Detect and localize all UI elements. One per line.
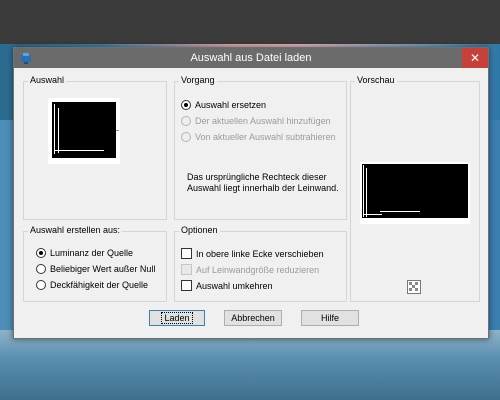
selection-thumbnail [48,98,120,164]
erstellen-group-title: Auswahl erstellen aus: [28,225,123,235]
checkbox-box [181,264,192,275]
checkbox-auswahl-umkehren[interactable]: Auswahl umkehren [181,280,273,291]
radio-auswahl-hinzufuegen[interactable]: Der aktuellen Auswahl hinzufügen [181,116,331,126]
radio-label: Der aktuellen Auswahl hinzufügen [195,116,331,126]
cancel-button[interactable]: Abbrechen [224,310,282,326]
checkbox-box [181,248,192,259]
checkbox-leinwandgroesse[interactable]: Auf Leinwandgröße reduzieren [181,264,319,275]
vorgang-group-title: Vorgang [179,75,217,85]
radio-luminanz[interactable]: Luminanz der Quelle [36,248,133,258]
load-button[interactable]: Laden [149,310,205,326]
vorschau-group-title: Vorschau [355,75,397,85]
radio-indicator [181,132,191,142]
radio-indicator [36,280,46,290]
selection-info-text: Das ursprüngliche Rechteck dieser Auswah… [187,172,339,193]
transparency-checker-icon[interactable] [407,280,421,294]
optionen-group-title: Optionen [179,225,220,235]
radio-auswahl-ersetzen[interactable]: Auswahl ersetzen [181,100,266,110]
checkbox-label: Auswahl umkehren [196,280,273,291]
radio-indicator [181,116,191,126]
radio-indicator-selected [36,248,46,258]
dialog-titlebar[interactable]: Auswahl aus Datei laden ✕ [14,48,488,68]
vorschau-group: Vorschau [350,75,480,302]
radio-beliebiger-wert[interactable]: Beliebiger Wert außer Null [36,264,155,274]
radio-label: Auswahl ersetzen [195,100,267,110]
auswahl-group-title: Auswahl [28,75,67,85]
radio-deckfaehigkeit[interactable]: Deckfähigkeit der Quelle [36,280,148,290]
load-selection-dialog: Auswahl aus Datei laden ✕ Auswahl Vorgan… [13,47,489,339]
radio-label: Luminanz der Quelle [50,248,134,258]
auswahl-group: Auswahl [23,75,167,220]
close-button[interactable]: ✕ [462,48,488,68]
help-button-label: Hilfe [320,313,339,323]
radio-label: Deckfähigkeit der Quelle [50,280,149,290]
load-button-label: Laden [161,312,193,324]
background-app-toolbar [0,0,500,44]
checkbox-label: In obere linke Ecke verschieben [196,248,324,259]
dialog-title: Auswahl aus Datei laden [190,52,312,64]
radio-indicator-selected [181,100,191,110]
background-frame-left [0,120,14,350]
radio-label: Von aktueller Auswahl subtrahieren [195,132,336,142]
checkbox-box [181,280,192,291]
checkbox-obere-linke-ecke[interactable]: In obere linke Ecke verschieben [181,248,324,259]
radio-indicator [36,264,46,274]
background-water-image [0,330,500,400]
cancel-button-label: Abbrechen [231,313,275,323]
radio-label: Beliebiger Wert außer Null [50,264,156,274]
help-button[interactable]: Hilfe [301,310,359,326]
preview-image [360,162,470,224]
radio-auswahl-subtrahieren[interactable]: Von aktueller Auswahl subtrahieren [181,132,336,142]
checkbox-label: Auf Leinwandgröße reduzieren [196,264,320,275]
